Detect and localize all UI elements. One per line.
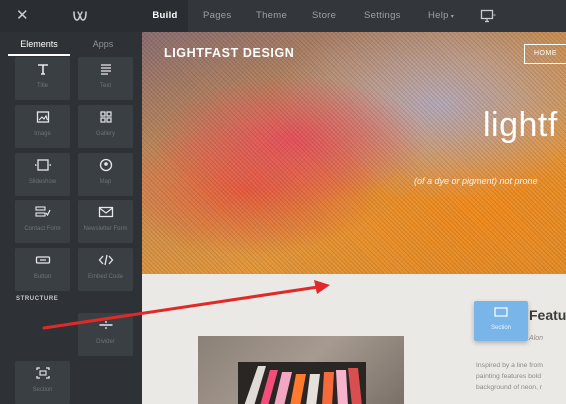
sidebar-tabs: Elements Apps bbox=[0, 32, 142, 56]
button-icon bbox=[15, 253, 70, 269]
element-label: Map bbox=[99, 179, 112, 185]
map-pin-icon bbox=[78, 158, 133, 174]
nav-build[interactable]: Build bbox=[142, 0, 188, 32]
element-embed-code[interactable]: Embed Code bbox=[78, 248, 133, 291]
feature-title[interactable]: Featu bbox=[529, 307, 566, 323]
section-icon bbox=[474, 306, 528, 320]
element-label: Divider bbox=[96, 339, 115, 345]
element-label: Embed Code bbox=[87, 274, 124, 280]
close-icon[interactable]: ✕ bbox=[16, 7, 30, 25]
element-image[interactable]: Image bbox=[15, 105, 70, 148]
element-text[interactable]: Text bbox=[78, 57, 133, 100]
element-divider[interactable]: Divider bbox=[78, 313, 133, 356]
elements-sidebar: Elements Apps Title Text Image Gallery S… bbox=[0, 32, 142, 404]
nav-settings[interactable]: Settings bbox=[364, 0, 401, 32]
element-map[interactable]: Map bbox=[78, 153, 133, 196]
contact-form-icon bbox=[15, 205, 70, 221]
element-label: Contact Form bbox=[24, 226, 61, 232]
element-label: Image bbox=[34, 131, 51, 137]
gallery-grid-icon bbox=[78, 110, 133, 126]
tab-elements[interactable]: Elements bbox=[8, 32, 70, 56]
element-label: Section bbox=[32, 387, 53, 393]
element-label: Slideshow bbox=[28, 179, 57, 185]
element-contact-form[interactable]: Contact Form bbox=[15, 200, 70, 243]
code-icon bbox=[78, 253, 133, 269]
feature-photo[interactable] bbox=[198, 336, 404, 404]
element-label: Newsletter Form bbox=[83, 226, 128, 232]
title-text-icon bbox=[15, 62, 70, 78]
image-icon bbox=[15, 110, 70, 126]
element-slideshow[interactable]: Slideshow bbox=[15, 153, 70, 196]
divider-icon bbox=[78, 318, 133, 334]
dragged-section-label: Section bbox=[490, 325, 511, 331]
nav-store[interactable]: Store bbox=[312, 0, 336, 32]
element-gallery[interactable]: Gallery bbox=[78, 105, 133, 148]
main-nav: Build Pages Theme Store Settings Help ▾ bbox=[142, 0, 566, 32]
tab-apps[interactable]: Apps bbox=[72, 32, 134, 56]
hero-banner[interactable]: LIGHTFAST DESIGN HOME lightf (of a dye o… bbox=[142, 32, 566, 274]
nav-help[interactable]: Help ▾ bbox=[428, 0, 454, 32]
weebly-logo-icon[interactable] bbox=[72, 8, 88, 24]
top-bar: ✕ Build Pages Theme Store Settings Help ▾ bbox=[0, 0, 566, 32]
nav-pages[interactable]: Pages bbox=[203, 0, 231, 32]
dragged-section-block[interactable]: Section bbox=[474, 301, 528, 341]
element-label: Text bbox=[99, 83, 111, 89]
element-section[interactable]: Section bbox=[15, 361, 70, 404]
nav-help-label: Help bbox=[428, 10, 449, 21]
home-nav-button[interactable]: HOME bbox=[524, 44, 566, 64]
envelope-icon bbox=[78, 205, 133, 221]
element-newsletter-form[interactable]: Newsletter Form bbox=[78, 200, 133, 243]
hero-title[interactable]: lightf bbox=[483, 106, 558, 145]
chevron-down-icon: ▾ bbox=[450, 14, 455, 20]
feature-body-line: painting features bold bbox=[476, 373, 541, 380]
feature-body[interactable]: Inspired by a line from painting feature… bbox=[476, 360, 566, 393]
desktop-monitor-icon[interactable] bbox=[480, 9, 496, 23]
slideshow-icon bbox=[15, 158, 70, 174]
hero-subtitle[interactable]: (of a dye or pigment) not prone bbox=[414, 176, 538, 186]
site-brand[interactable]: LIGHTFAST DESIGN bbox=[164, 46, 294, 60]
element-title[interactable]: Title bbox=[15, 57, 70, 100]
element-button[interactable]: Button bbox=[15, 248, 70, 291]
feature-body-line: background of neon, r bbox=[476, 384, 543, 391]
paragraph-icon bbox=[78, 62, 133, 78]
page-preview[interactable]: LIGHTFAST DESIGN HOME lightf (of a dye o… bbox=[142, 32, 566, 404]
nav-theme[interactable]: Theme bbox=[256, 0, 287, 32]
structure-heading: STRUCTURE bbox=[16, 296, 59, 302]
element-label: Gallery bbox=[95, 131, 115, 137]
element-label: Title bbox=[36, 83, 49, 89]
artwork-image bbox=[238, 362, 366, 404]
feature-body-line: Inspired by a line from bbox=[476, 362, 543, 369]
element-label: Button bbox=[33, 274, 52, 280]
section-icon bbox=[15, 366, 70, 382]
